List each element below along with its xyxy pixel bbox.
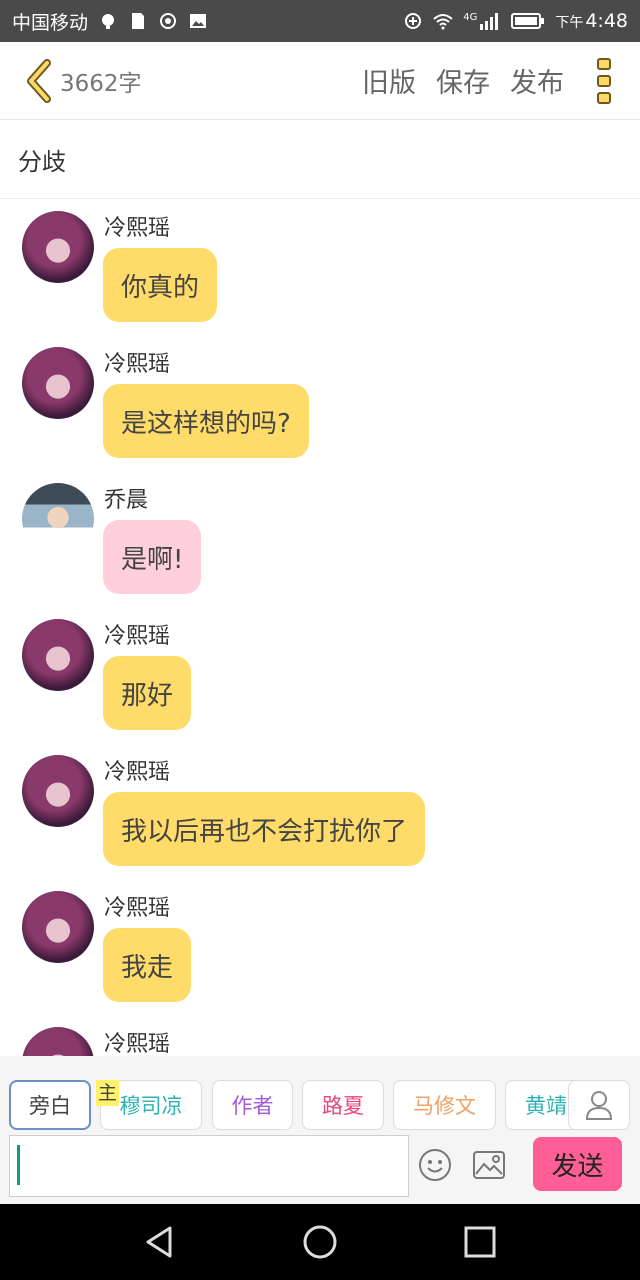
network-type: 4G [463,12,478,23]
manage-roles-button[interactable] [568,1080,630,1130]
message-bubble[interactable]: 你真的 [103,248,218,322]
role-chip-narrator[interactable]: 旁白 [9,1080,91,1130]
avatar[interactable] [22,483,94,555]
menu-dot-icon [597,91,611,104]
sender-name: 冷熙瑶 [104,216,171,241]
gallery-icon [190,14,207,28]
image-icon[interactable] [472,1150,506,1180]
publish-button[interactable]: 发布 [510,61,564,100]
data-saver-icon [405,13,422,29]
battery-icon [511,13,545,29]
chat-message[interactable]: 冷熙瑶 你真的 [0,200,640,336]
chapter-title[interactable]: 分歧 [0,121,640,199]
sender-name: 乔晨 [104,488,149,513]
word-count: 3662字 [60,70,142,97]
status-bar: 中国移动 4G 下午 4:48 [0,0,640,42]
role-chip-lu-xia[interactable]: 路夏 [302,1080,384,1130]
sender-name: 冷熙瑶 [104,896,171,921]
system-nav-bar [0,1204,640,1280]
avatar[interactable] [22,619,94,691]
menu-dot-icon [597,74,611,87]
clock: 下午 4:48 [555,10,628,32]
sd-card-icon [132,13,145,29]
user-icon [585,1091,613,1120]
nav-home-icon[interactable] [300,1222,340,1262]
old-version-button[interactable]: 旧版 [362,61,416,100]
avatar[interactable] [22,211,94,283]
chat-message[interactable]: 冷熙瑶 那好 [0,608,640,744]
send-button[interactable]: 发送 [533,1137,622,1191]
notification-bulb-icon [102,14,115,29]
sender-name: 冷熙瑶 [104,1032,171,1056]
chat-message[interactable]: 冷熙瑶 我走 [0,880,640,1016]
emoji-icon[interactable] [418,1148,452,1182]
chat-message[interactable]: 乔晨 是啊! [0,472,640,608]
chat-message[interactable]: 冷熙瑶 是这样想的吗? [0,336,640,472]
message-bubble[interactable]: 那好 [103,656,192,730]
message-bubble[interactable]: 我以后再也不会打扰你了 [103,792,426,866]
chevron-left-icon [27,58,51,103]
role-chip-author[interactable]: 作者 [212,1080,293,1130]
carrier-label: 中国移动 [12,11,89,34]
chat-message[interactable]: 冷熙瑶 我以后再也不会打扰你了 [0,744,640,880]
sender-name: 冷熙瑶 [104,624,171,649]
chat-list[interactable]: 冷熙瑶 你真的 冷熙瑶 是这样想的吗? 乔晨 是啊! 冷熙瑶 那好 冷熙瑶 我以… [0,200,640,1056]
message-bubble[interactable]: 我走 [103,928,192,1002]
role-selector-bar: 旁白 穆司凉 主 作者 路夏 马修文 黄靖 [0,1056,640,1130]
avatar[interactable] [22,1027,94,1056]
composer-bar: 发送 [0,1130,640,1204]
main-character-tag: 主 [96,1080,120,1106]
signal-icon: 4G [463,12,501,30]
location-icon [160,13,177,29]
menu-dot-icon [597,57,611,70]
message-input[interactable] [9,1135,409,1197]
more-menu-button[interactable] [588,51,620,111]
sender-name: 冷熙瑶 [104,352,171,377]
save-button[interactable]: 保存 [436,61,490,100]
nav-back-icon[interactable] [140,1222,180,1262]
avatar[interactable] [22,347,94,419]
text-cursor [17,1145,20,1185]
role-chip-ma-xiuwen[interactable]: 马修文 [393,1080,496,1130]
back-button[interactable] [14,57,62,105]
editor-header: 3662字 旧版 保存 发布 [0,42,640,120]
wifi-icon [433,14,453,30]
message-bubble[interactable]: 是这样想的吗? [103,384,309,458]
avatar[interactable] [22,891,94,963]
nav-recents-icon[interactable] [460,1222,500,1262]
sender-name: 冷熙瑶 [104,760,171,785]
avatar[interactable] [22,755,94,827]
chat-message[interactable]: 冷熙瑶 [0,1016,640,1056]
message-bubble[interactable]: 是啊! [103,520,202,594]
